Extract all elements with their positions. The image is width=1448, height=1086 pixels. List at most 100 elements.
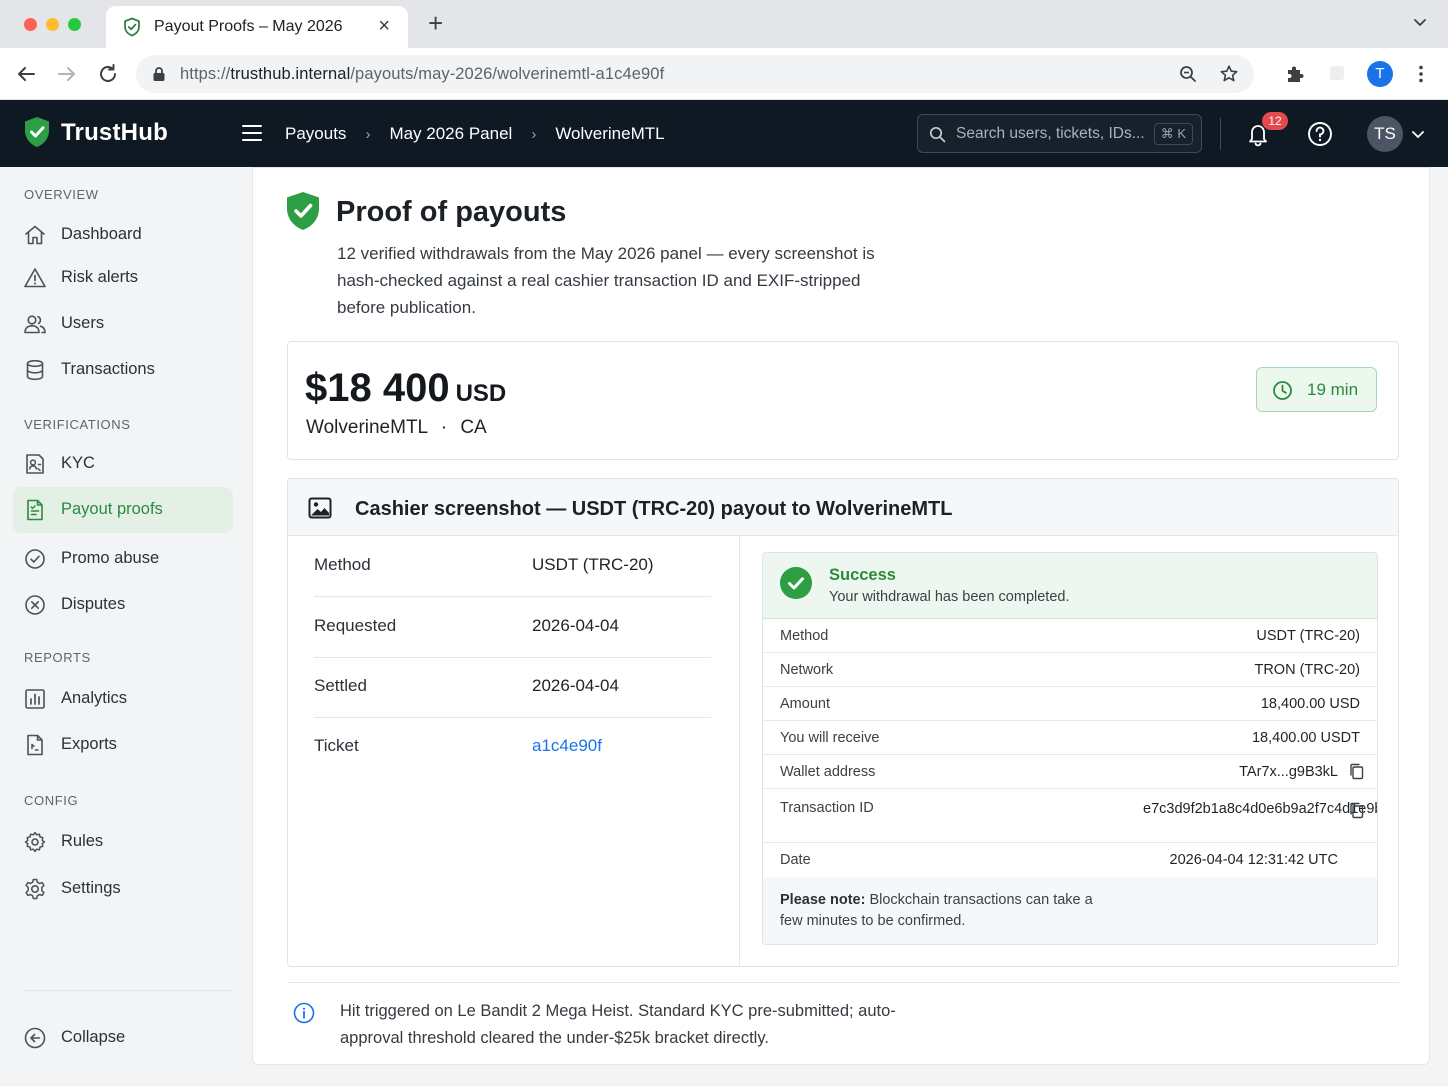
wallet-address-value: TAr7x...g9B3kL [1239,764,1338,780]
receipt-key: Amount [780,696,830,712]
id-card-icon [26,454,44,474]
breadcrumb-payouts[interactable]: Payouts [285,124,346,144]
address-bar[interactable]: https://trusthub.internal/payouts/may-20… [136,55,1254,93]
receipt-value: 18,400.00 USDT [1251,730,1360,746]
receipt-row-receive: You will receive 18,400.00 USDT [763,721,1377,755]
breadcrumb-current: WolverineMTL [555,124,665,143]
sidebar-item-exports[interactable]: Exports [13,722,233,768]
user-avatar[interactable]: TS [1367,116,1403,152]
sidebar-section-verifications: VERIFICATIONS [24,417,131,432]
receipt-value: 2026-04-04 12:31:42 UTC [1169,852,1338,868]
receipt-value: USDT (TRC-20) [1256,628,1360,644]
main-content: Proof of payouts 12 verified withdrawals… [252,167,1430,1065]
trusthub-logo-shield-icon [25,117,49,147]
cashier-screenshot-card: Cashier screenshot — USDT (TRC-20) payou… [287,478,1399,967]
tab-title: Payout Proofs – May 2026 [154,18,343,35]
receipt-row-method: Method USDT (TRC-20) [763,619,1377,653]
search-icon [929,126,946,143]
tab-close-icon[interactable]: × [378,15,390,38]
receipt-row-wallet: Wallet address TAr7x...g9B3kL [763,755,1377,789]
sidebar-item-dashboard[interactable]: Dashboard [13,212,233,258]
sidebar: OVERVIEW Dashboard Risk alerts Users Tra… [0,167,252,1086]
lock-icon[interactable] [152,66,166,82]
processing-time-value: 19 min [1307,380,1359,399]
receipt-key: Wallet address [780,764,876,780]
users-icon [24,315,46,334]
sidebar-item-label: Transactions [61,360,155,378]
receipt-note-text: Please note: Blockchain transactions can… [780,890,1110,932]
separator-dot: · [440,417,448,438]
browser-profile-avatar[interactable]: T [1367,61,1393,87]
url-host: trusthub.internal [230,65,351,83]
sidebar-item-label: KYC [61,454,95,472]
processing-time-badge: 19 min [1256,367,1377,412]
receipt-value: TRON (TRC-20) [1254,662,1360,678]
warning-icon [24,268,46,288]
cashier-screenshot-title: Cashier screenshot — USDT (TRC-20) payou… [355,498,953,520]
sidebar-item-disputes[interactable]: Disputes [13,582,233,628]
new-tab-button[interactable]: + [428,10,443,36]
app-logo-text[interactable]: TrustHub [61,119,168,147]
sidebar-item-transactions[interactable]: Transactions [13,347,233,393]
payout-summary-card: $18 400 USD WolverineMTL · CA 19 min [287,341,1399,460]
cashier-screenshot-header: Cashier screenshot — USDT (TRC-20) payou… [288,479,1398,536]
chevron-down-icon[interactable] [1412,14,1428,30]
receipt-key: You will receive [780,730,880,746]
detail-key: Requested [314,616,397,635]
zoom-icon[interactable] [1178,64,1198,84]
sidebar-item-label: Exports [61,735,117,753]
transaction-id-value: e7c3d9f2b1a8c4d0e6b9a2f7c4d1e9b8a2c3d4 [1143,801,1377,817]
browser-tab-active[interactable]: Payout Proofs – May 2026 × [106,6,408,48]
sidebar-item-risk-alerts[interactable]: Risk alerts [13,255,233,301]
sidebar-item-label: Promo abuse [61,549,160,567]
breadcrumb-panel[interactable]: May 2026 Panel [389,124,512,144]
detail-value: USDT (TRC-20) [532,555,654,574]
sidebar-section-reports: REPORTS [24,650,91,665]
extension-placeholder-icon[interactable] [1330,66,1344,80]
check-circle-icon [25,549,45,569]
bookmark-star-icon[interactable] [1219,64,1239,84]
sidebar-item-users[interactable]: Users [13,301,233,347]
global-search[interactable]: ⌘ K [917,114,1202,153]
sidebar-section-config: CONFIG [24,793,79,808]
shield-check-icon [124,17,140,37]
chevron-down-icon[interactable] [1411,128,1425,140]
search-input[interactable] [956,115,1156,152]
extensions-puzzle-icon[interactable] [1283,62,1307,86]
ticket-link[interactable]: a1c4e90f [532,736,602,756]
window-close-button[interactable] [24,18,37,31]
sidebar-item-rules[interactable]: Rules [13,819,233,865]
sidebar-item-label: Risk alerts [61,268,139,286]
sidebar-item-label: Disputes [61,595,126,613]
app-header: TrustHub Payouts › May 2026 Panel › Wolv… [0,100,1448,167]
home-icon [25,225,45,245]
help-circle-icon[interactable] [1307,121,1333,147]
receipt-key: Network [780,662,834,678]
copy-icon[interactable] [1349,802,1364,819]
sidebar-collapse-button[interactable]: Collapse [13,1015,233,1061]
player-country: CA [460,417,487,438]
hamburger-menu-icon[interactable] [242,124,262,142]
arrow-left-circle-icon [24,1027,46,1049]
footer-divider [287,982,1399,983]
sidebar-item-payout-proofs[interactable]: Payout proofs [13,487,233,533]
detail-key: Ticket [314,736,359,755]
sidebar-item-promo-abuse[interactable]: Promo abuse [13,536,233,582]
window-minimize-button[interactable] [46,18,59,31]
sidebar-item-settings[interactable]: Settings [13,866,233,912]
sidebar-item-analytics[interactable]: Analytics [13,676,233,722]
window-maximize-button[interactable] [68,18,81,31]
bar-chart-icon [25,689,45,709]
file-export-icon [27,734,43,756]
back-arrow-icon[interactable] [14,62,38,86]
copy-icon[interactable] [1349,763,1364,780]
url-text: https://trusthub.internal/payouts/may-20… [180,65,664,84]
sidebar-item-kyc[interactable]: KYC [13,441,233,487]
detail-key: Method [314,555,371,574]
receipt-row-amount: Amount 18,400.00 USD [763,687,1377,721]
reload-icon[interactable] [96,62,120,86]
receipt-status-message: Your withdrawal has been completed. [829,589,1070,605]
forward-arrow-icon[interactable] [55,62,79,86]
chevron-right-icon: › [365,125,371,143]
kebab-menu-icon[interactable] [1409,62,1433,86]
